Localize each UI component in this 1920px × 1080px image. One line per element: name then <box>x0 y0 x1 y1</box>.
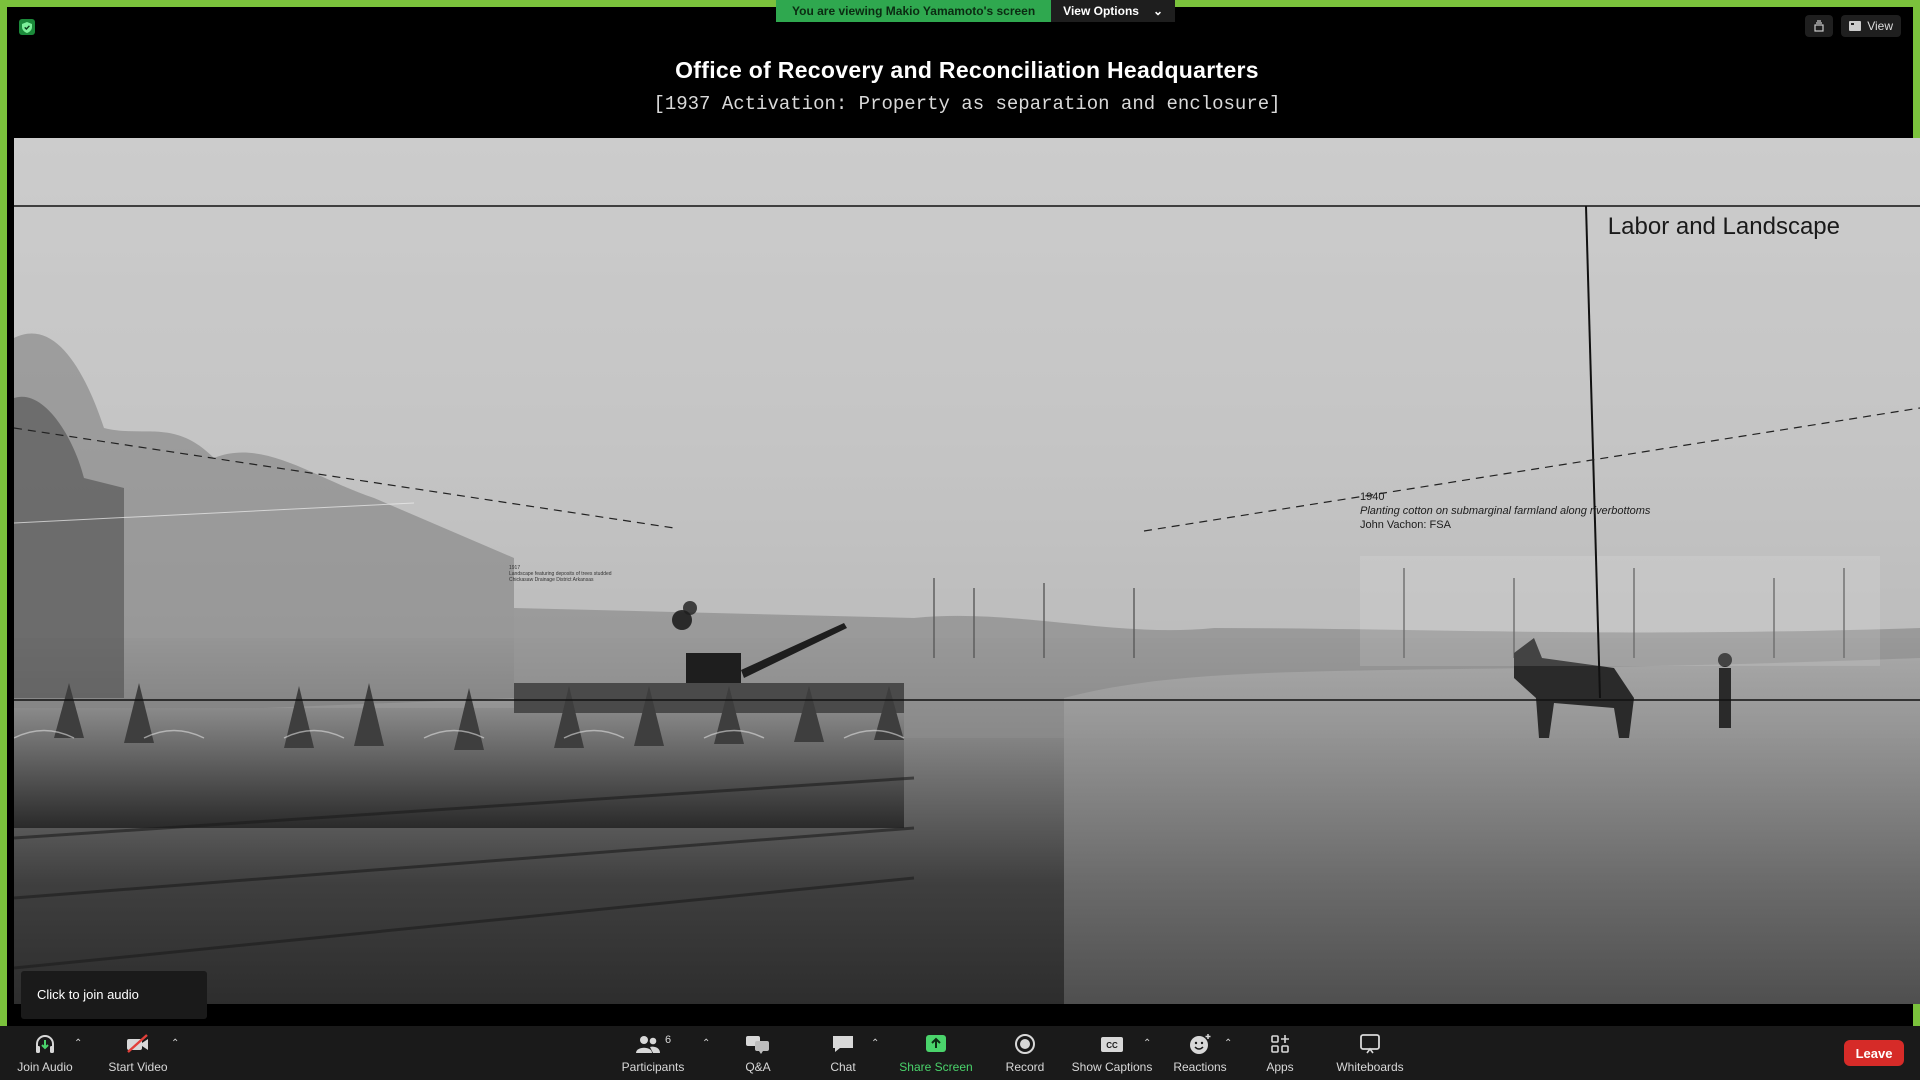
minimize-icon <box>1814 20 1824 32</box>
start-video-label: Start Video <box>108 1060 168 1074</box>
participants-label: Participants <box>621 1060 685 1074</box>
qa-icon <box>745 1033 771 1055</box>
landscape-illustration <box>14 138 1920 1004</box>
whiteboard-icon <box>1357 1033 1383 1055</box>
record-button[interactable]: Record <box>1000 1026 1050 1080</box>
chat-icon <box>830 1033 856 1055</box>
shared-screen-frame: View Office of Recovery and Reconciliati… <box>0 0 1920 1026</box>
screen-share-banner: You are viewing Makio Yamamoto's screen … <box>776 0 1176 22</box>
section-label: Labor and Landscape <box>1607 213 1840 240</box>
participants-icon: 6 <box>633 1033 673 1055</box>
share-screen-icon <box>923 1033 949 1055</box>
whiteboards-button[interactable]: Whiteboards <box>1330 1026 1410 1080</box>
slide-photo-collage: Labor and Landscape 1940 Planting cotton… <box>14 138 1920 1004</box>
join-audio-label: Join Audio <box>17 1060 73 1074</box>
qa-label: Q&A <box>745 1060 771 1074</box>
small-caption-line2: Chickasaw Drainage District Arkansas <box>509 577 594 583</box>
captions-cc-icon: CC <box>1099 1033 1125 1055</box>
whiteboards-label: Whiteboards <box>1336 1060 1404 1074</box>
chevron-down-icon: ⌄ <box>1152 4 1164 18</box>
caption-description: Planting cotton on submarginal farmland … <box>1360 505 1651 517</box>
chat-button[interactable]: Chat <box>822 1026 864 1080</box>
headphones-icon <box>32 1033 58 1055</box>
reactions-smiley-icon <box>1187 1033 1213 1055</box>
reactions-button[interactable]: Reactions <box>1172 1026 1228 1080</box>
captions-caret-icon[interactable]: ⌃ <box>1143 1038 1151 1049</box>
slide-subtitle: [1937 Activation: Property as separation… <box>653 93 1281 115</box>
reactions-label: Reactions <box>1173 1060 1227 1074</box>
chat-caret-icon[interactable]: ⌃ <box>871 1038 879 1049</box>
apps-icon <box>1267 1033 1293 1055</box>
chat-label: Chat <box>830 1060 856 1074</box>
audio-options-caret-icon[interactable]: ⌃ <box>74 1038 82 1049</box>
meeting-toolbar: Join Audio ⌃ Start Video ⌃ 6 Participant… <box>0 1026 1920 1080</box>
reactions-caret-icon[interactable]: ⌃ <box>1224 1038 1232 1049</box>
record-icon <box>1012 1033 1038 1055</box>
share-screen-label: Share Screen <box>899 1060 973 1074</box>
share-screen-button[interactable]: Share Screen <box>897 1026 975 1080</box>
caption-year: 1940 <box>1360 491 1385 503</box>
view-options-label: View Options <box>1063 4 1139 18</box>
grid-view-icon <box>1849 21 1862 31</box>
video-options-caret-icon[interactable]: ⌃ <box>171 1038 179 1049</box>
participants-count: 6 <box>664 1034 672 1046</box>
leave-button[interactable]: Leave <box>1844 1040 1904 1066</box>
view-label: View <box>1867 19 1893 33</box>
svg-text:CC: CC <box>1106 1041 1118 1050</box>
video-off-icon <box>125 1033 151 1055</box>
show-captions-button[interactable]: CC Show Captions <box>1070 1026 1154 1080</box>
show-captions-label: Show Captions <box>1071 1060 1153 1074</box>
join-audio-tooltip[interactable]: Click to join audio <box>21 971 207 1019</box>
view-options-button[interactable]: View Options ⌄ <box>1051 0 1176 22</box>
apps-label: Apps <box>1266 1060 1294 1074</box>
small-caption: 1917 Landscape featuring deposits of tre… <box>509 565 629 583</box>
participants-caret-icon[interactable]: ⌃ <box>702 1038 710 1049</box>
apps-button[interactable]: Apps <box>1256 1026 1304 1080</box>
caption-credit: John Vachon: FSA <box>1360 519 1451 531</box>
security-shield-icon[interactable] <box>19 19 35 35</box>
view-button[interactable]: View <box>1841 15 1901 37</box>
qa-button[interactable]: Q&A <box>736 1026 780 1080</box>
minimize-view-button[interactable] <box>1805 15 1834 37</box>
slide-title: Office of Recovery and Reconciliation He… <box>675 57 1259 83</box>
record-label: Record <box>1005 1060 1045 1074</box>
join-audio-button[interactable]: Join Audio <box>14 1026 76 1080</box>
viewing-screen-label: You are viewing Makio Yamamoto's screen <box>776 0 1052 22</box>
start-video-button[interactable]: Start Video <box>104 1026 172 1080</box>
participants-button[interactable]: 6 Participants <box>616 1026 690 1080</box>
photo-caption: 1940 Planting cotton on submarginal farm… <box>1360 490 1650 532</box>
